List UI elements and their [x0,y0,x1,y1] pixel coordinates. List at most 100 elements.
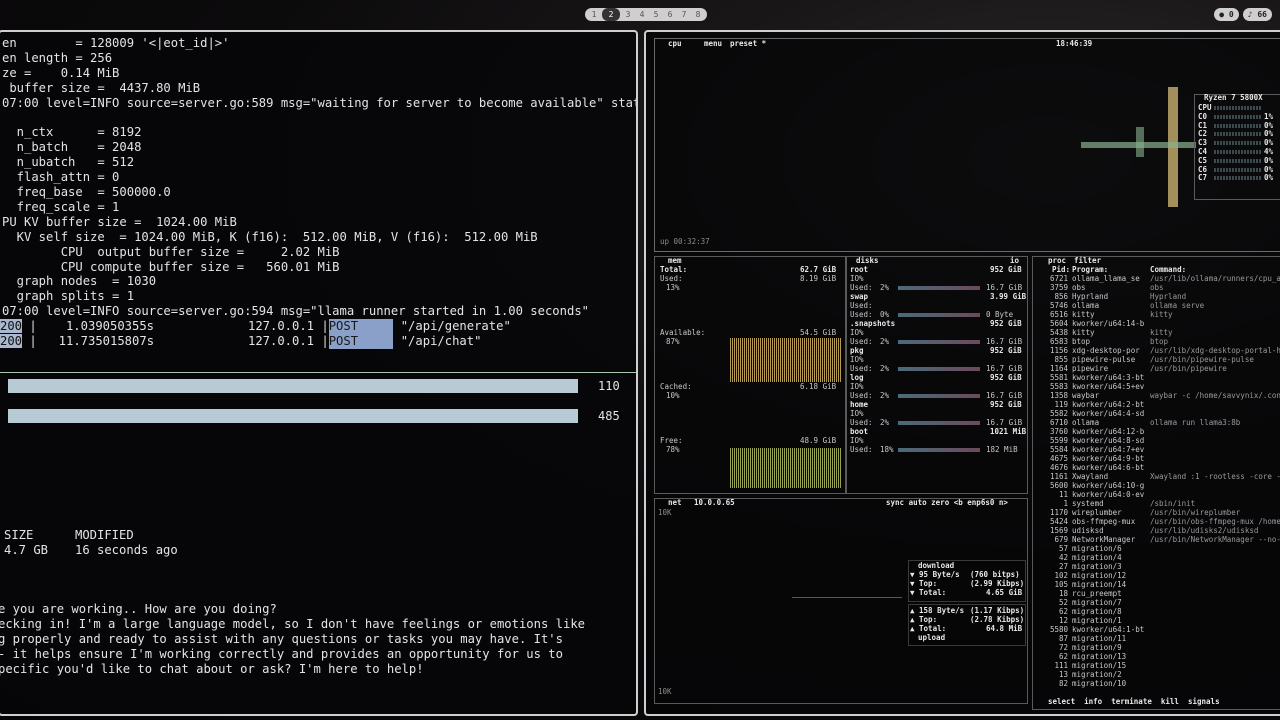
proc-pid[interactable]: 1358 [1034,392,1068,400]
workspace-2[interactable]: 2 [602,8,620,21]
proc-pid[interactable]: 5582 [1034,410,1068,418]
proc-pid[interactable]: 6710 [1034,419,1068,427]
proc-pid[interactable]: 87 [1034,635,1068,643]
proc-pid[interactable]: 4676 [1034,464,1068,472]
proc-program[interactable]: waybar [1072,392,1099,400]
proc-pid[interactable]: 6721 [1034,275,1068,283]
proc-command[interactable]: /usr/bin/pipewire-pulse [1150,356,1254,364]
proc-pid[interactable]: 13 [1034,671,1068,679]
proc-program[interactable]: rcu_preempt [1072,590,1122,598]
proc-pid[interactable]: 5580 [1034,626,1068,634]
proc-program[interactable]: kitty [1072,329,1095,337]
tab-preset[interactable]: preset * [730,40,766,48]
proc-program[interactable]: ollama [1072,302,1099,310]
proc-pid[interactable]: 6516 [1034,311,1068,319]
proc-pid[interactable]: 119 [1034,401,1068,409]
proc-command[interactable]: /usr/lib/ollama/runners/cpu_a [1150,275,1280,283]
proc-program[interactable]: migration/13 [1072,653,1126,661]
proc-program[interactable]: kworker/u64:8-sd [1072,437,1144,445]
proc-program[interactable]: Hyprland [1072,293,1108,301]
proc-pid[interactable]: 3760 [1034,428,1068,436]
proc-command[interactable]: /usr/lib/xdg-desktop-portal-h [1150,347,1280,355]
proc-program[interactable]: pipewire [1072,365,1108,373]
proc-program[interactable]: migration/12 [1072,572,1126,580]
workspace-7[interactable]: 7 [678,8,690,21]
proc-program[interactable]: migration/14 [1072,581,1126,589]
proc-program[interactable]: kworker/u64:5+ev [1072,383,1144,391]
proc-pid[interactable]: 27 [1034,563,1068,571]
proc-program[interactable]: kworker/u64:14-b [1072,320,1144,328]
terminal-window[interactable]: en = 128009 '<|eot_id|>' en length = 256 z… [0,30,638,716]
workspace-4[interactable]: 4 [636,8,648,21]
proc-col-pid[interactable]: Pid: [1052,266,1070,274]
proc-pid[interactable]: 62 [1034,653,1068,661]
proc-command[interactable]: waybar -c /home/savvynix/.con [1150,392,1280,400]
notification-indicator[interactable]: ● 0 [1214,8,1239,21]
proc-command[interactable]: /usr/lib/udisks2/udisksd [1150,527,1258,535]
proc-pid[interactable]: 1164 [1034,365,1068,373]
proc-program[interactable]: migration/9 [1072,644,1122,652]
proc-program[interactable]: Xwayland [1072,473,1108,481]
proc-pid[interactable]: 11 [1034,491,1068,499]
proc-pid[interactable]: 6583 [1034,338,1068,346]
proc-pid[interactable]: 5746 [1034,302,1068,310]
proc-program[interactable]: kworker/u64:6-bt [1072,464,1144,472]
proc-pid[interactable]: 5600 [1034,482,1068,490]
proc-pid[interactable]: 856 [1034,293,1068,301]
proc-filter[interactable]: filter [1074,257,1101,265]
proc-pid[interactable]: 1170 [1034,509,1068,517]
proc-pid[interactable]: 62 [1034,608,1068,616]
proc-program[interactable]: migration/8 [1072,608,1122,616]
proc-pid[interactable]: 72 [1034,644,1068,652]
proc-program[interactable]: migration/11 [1072,635,1126,643]
net-controls[interactable]: sync auto zero <b enp6s0 n> [886,499,1008,507]
proc-program[interactable]: migration/4 [1072,554,1122,562]
proc-program[interactable]: migration/6 [1072,545,1122,553]
proc-program[interactable]: xdg-desktop-por [1072,347,1140,355]
proc-program[interactable]: kworker/u64:4-sd [1072,410,1144,418]
proc-col-command[interactable]: Command: [1150,266,1186,274]
proc-pid[interactable]: 855 [1034,356,1068,364]
proc-pid[interactable]: 679 [1034,536,1068,544]
proc-program[interactable]: kworker/u64:9-bt [1072,455,1144,463]
proc-command[interactable]: Xwayland :1 -rootless -core - [1150,473,1280,481]
proc-program[interactable]: migration/15 [1072,662,1126,670]
proc-pid[interactable]: 57 [1034,545,1068,553]
proc-pid[interactable]: 5583 [1034,383,1068,391]
proc-program[interactable]: obs-ffmpeg-mux [1072,518,1135,526]
proc-pid[interactable]: 5424 [1034,518,1068,526]
workspace-3[interactable]: 3 [622,8,634,21]
tab-cpu[interactable]: cpu [668,40,682,48]
proc-program[interactable]: migration/10 [1072,680,1126,688]
proc-program[interactable]: ollama [1072,419,1099,427]
proc-command[interactable]: /usr/bin/wireplumber [1150,509,1240,517]
proc-program[interactable]: kworker/u64:3-bt [1072,374,1144,382]
proc-pid[interactable]: 5604 [1034,320,1068,328]
proc-pid[interactable]: 1161 [1034,473,1068,481]
proc-program[interactable]: migration/1 [1072,617,1122,625]
proc-pid[interactable]: 3759 [1034,284,1068,292]
proc-program[interactable]: kitty [1072,311,1095,319]
workspace-6[interactable]: 6 [664,8,676,21]
proc-command[interactable]: ollama serve [1150,302,1204,310]
proc-pid[interactable]: 1569 [1034,527,1068,535]
workspace-8[interactable]: 8 [692,8,704,21]
proc-footer[interactable]: select info terminate kill signals [1048,698,1220,706]
proc-program[interactable]: kworker/u64:1-bt [1072,626,1144,634]
proc-command[interactable]: Hyprland [1150,293,1186,301]
proc-program[interactable]: NetworkManager [1072,536,1135,544]
proc-pid[interactable]: 12 [1034,617,1068,625]
proc-pid[interactable]: 18 [1034,590,1068,598]
proc-pid[interactable]: 1156 [1034,347,1068,355]
proc-program[interactable]: wireplumber [1072,509,1122,517]
proc-command[interactable]: /usr/bin/obs-ffmpeg-mux /home [1150,518,1280,526]
proc-pid[interactable]: 111 [1034,662,1068,670]
proc-program[interactable]: btop [1072,338,1090,346]
workspace-switcher[interactable]: 12345678 [585,8,707,21]
proc-command[interactable]: btop [1150,338,1168,346]
btop-window[interactable]: cpu menu preset * 18:46:39 up 00:32:37 R… [644,30,1280,716]
proc-program[interactable]: pipewire-pulse [1072,356,1135,364]
proc-col-program[interactable]: Program: [1072,266,1108,274]
proc-pid[interactable]: 52 [1034,599,1068,607]
proc-command[interactable]: kitty [1150,329,1173,337]
